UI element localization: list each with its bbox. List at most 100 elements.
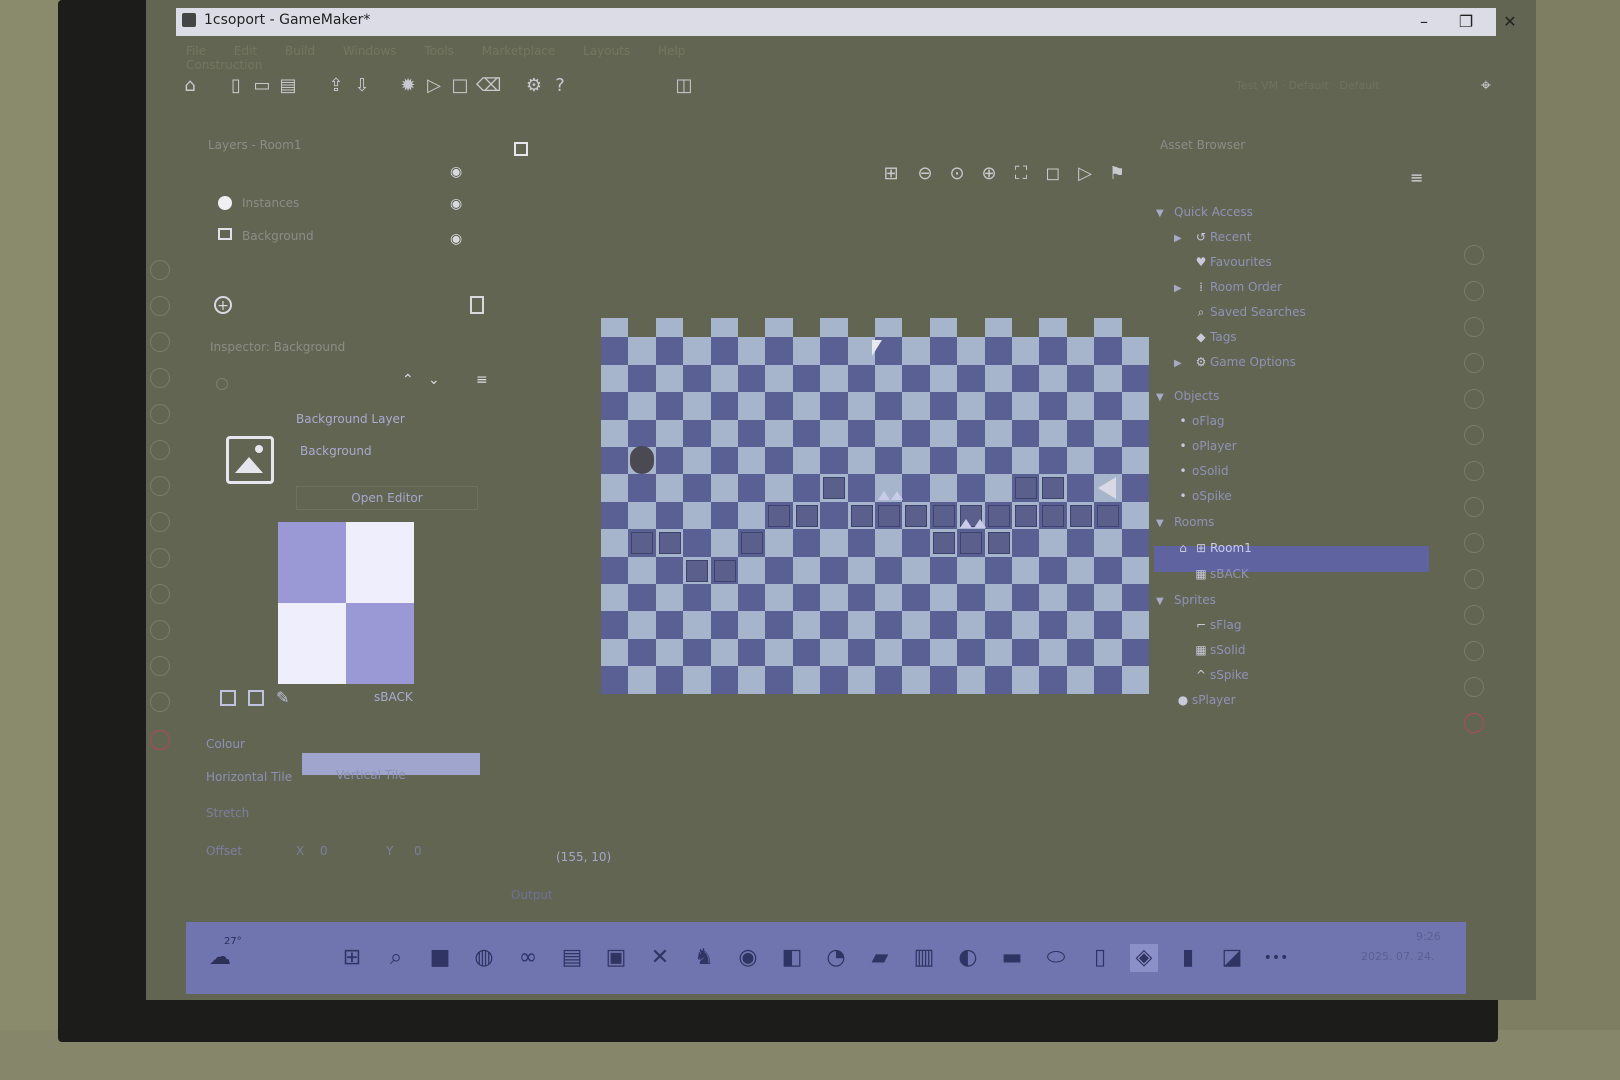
tree-group-objects[interactable]: ▼ Objects [1156,386,1219,406]
solid-block[interactable] [905,504,928,527]
solid-block[interactable] [878,504,900,527]
terminal-icon[interactable]: ▬ [998,944,1026,972]
tree-item[interactable]: ◆ Tags [1192,327,1236,347]
tool-icon[interactable] [150,512,170,532]
app-icon[interactable]: ∞ [514,944,542,972]
layer-instances[interactable]: Instances [242,196,299,210]
chat-icon[interactable]: ◍ [470,944,498,972]
stretch-checkbox[interactable]: Stretch [206,806,249,820]
tree-group-sprites[interactable]: ▼ Sprites [1156,590,1216,610]
chevron-up-icon[interactable]: ⌃ [402,372,414,388]
solid-block[interactable] [1042,504,1065,527]
tree-item[interactable]: ▦ sSolid [1192,640,1245,660]
tree-item[interactable]: ▦ sBACK [1192,564,1248,584]
solid-block[interactable] [658,532,681,555]
tool-icon[interactable] [150,368,170,388]
tree-group-rooms[interactable]: ▼ Rooms [1156,512,1214,532]
tool-icon[interactable] [150,656,170,676]
minimize-button[interactable]: – [1406,10,1442,34]
solid-block[interactable] [932,532,955,555]
settings-icon[interactable]: ⚙ [524,76,544,96]
play-icon[interactable]: ▷ [1075,164,1095,184]
app-icon[interactable]: ◧ [778,944,806,972]
tree-item[interactable]: ▶ ⚙ Game Options [1174,352,1296,372]
tree-item[interactable]: ⌕ Saved Searches [1192,302,1306,322]
solid-block[interactable] [1015,504,1037,527]
document-icon[interactable]: ▤ [558,944,586,972]
app-icon[interactable]: ▯ [1086,944,1114,972]
tree-item[interactable]: ^ sSpike [1192,665,1249,685]
tool-icon[interactable] [1464,245,1484,265]
gamemaker-icon[interactable]: ◈ [1130,944,1158,972]
tree-item[interactable]: ▶ ⁞ Room Order [1174,277,1282,297]
pencil-icon[interactable]: ✎ [276,688,289,707]
tool-icon[interactable] [150,620,170,640]
solid-block[interactable] [932,504,955,527]
menu-tools[interactable]: Tools [424,44,454,58]
tool-icon[interactable] [150,332,170,352]
app-icon[interactable]: ◐ [954,944,982,972]
search-icon[interactable]: ⌕ [382,944,410,972]
folder-icon[interactable]: ▰ [866,944,894,972]
spike[interactable] [877,491,890,501]
app-icon[interactable]: ■ [426,944,454,972]
tool-icon[interactable] [1464,713,1484,733]
tool-icon[interactable] [1464,641,1484,661]
spike[interactable] [959,518,972,528]
menu-edit[interactable]: Edit [234,44,257,58]
player-object[interactable] [630,446,655,474]
tool-icon[interactable] [1464,461,1484,481]
offset-x-input[interactable]: 0 [320,844,328,858]
horizontal-tile-checkbox[interactable]: Horizontal Tile [206,770,292,784]
solid-block[interactable] [823,477,846,500]
menu-windows[interactable]: Windows [343,44,397,58]
import-icon[interactable]: ⇩ [352,76,372,96]
room-canvas[interactable] [601,318,1149,701]
close-button[interactable]: ✕ [1492,10,1528,34]
clean-icon[interactable]: ⌫ [476,76,501,96]
eye-icon[interactable]: ◉ [450,165,466,179]
solid-block[interactable] [631,532,654,555]
solid-block[interactable] [686,559,709,582]
new-sprite-icon[interactable] [220,690,236,706]
zoom-out-icon[interactable]: ⊖ [915,164,935,184]
tool-icon[interactable] [150,548,170,568]
solid-block[interactable] [795,504,818,527]
menu-layouts[interactable]: Layouts [583,44,630,58]
chrome-icon[interactable]: ◉ [734,944,762,972]
save-icon[interactable]: ▤ [278,76,298,96]
solid-block[interactable] [850,504,873,527]
tree-item-room1[interactable]: ⌂ ⊞ Room1 [1174,538,1252,558]
app-icon[interactable]: ♞ [690,944,718,972]
output-tab[interactable]: Output [511,888,553,902]
start-icon[interactable]: ⊞ [338,944,366,972]
tree-item[interactable]: • oSpike [1174,486,1231,506]
tree-item[interactable]: • oFlag [1174,411,1224,431]
solid-block[interactable] [1042,477,1065,500]
vertical-tile-checkbox[interactable]: Vertical Tile [336,768,406,782]
save-icon[interactable]: ▣ [602,944,630,972]
solid-block[interactable] [987,504,1010,527]
menu-build[interactable]: Build [285,44,315,58]
open-editor-button[interactable]: Open Editor [296,486,478,510]
tool-icon[interactable] [1464,425,1484,445]
tool-icon[interactable] [1464,497,1484,517]
grid-icon[interactable]: ⊞ [881,164,901,184]
weather-icon[interactable]: ☁ [206,944,234,972]
new-file-icon[interactable]: ▯ [226,76,246,96]
monitor-icon[interactable]: ▥ [910,944,938,972]
tree-item[interactable]: ⌐ sFlag [1192,615,1242,635]
zoom-in-icon[interactable]: ⊕ [979,164,999,184]
help-icon[interactable]: ? [550,76,570,96]
flag-object[interactable] [1098,477,1117,500]
offset-y-input[interactable]: 0 [414,844,422,858]
eye-icon[interactable]: ◉ [450,232,466,246]
tool-icon[interactable] [1464,569,1484,589]
add-layer-icon[interactable]: + [214,296,232,314]
eye-icon[interactable]: ◉ [450,197,466,211]
menu-marketplace[interactable]: Marketplace [482,44,556,58]
app-icon[interactable]: ▮ [1174,944,1202,972]
solid-block[interactable] [1097,504,1120,527]
tool-icon[interactable] [150,404,170,424]
clock-date[interactable]: 2025. 07. 24. [1361,950,1434,963]
